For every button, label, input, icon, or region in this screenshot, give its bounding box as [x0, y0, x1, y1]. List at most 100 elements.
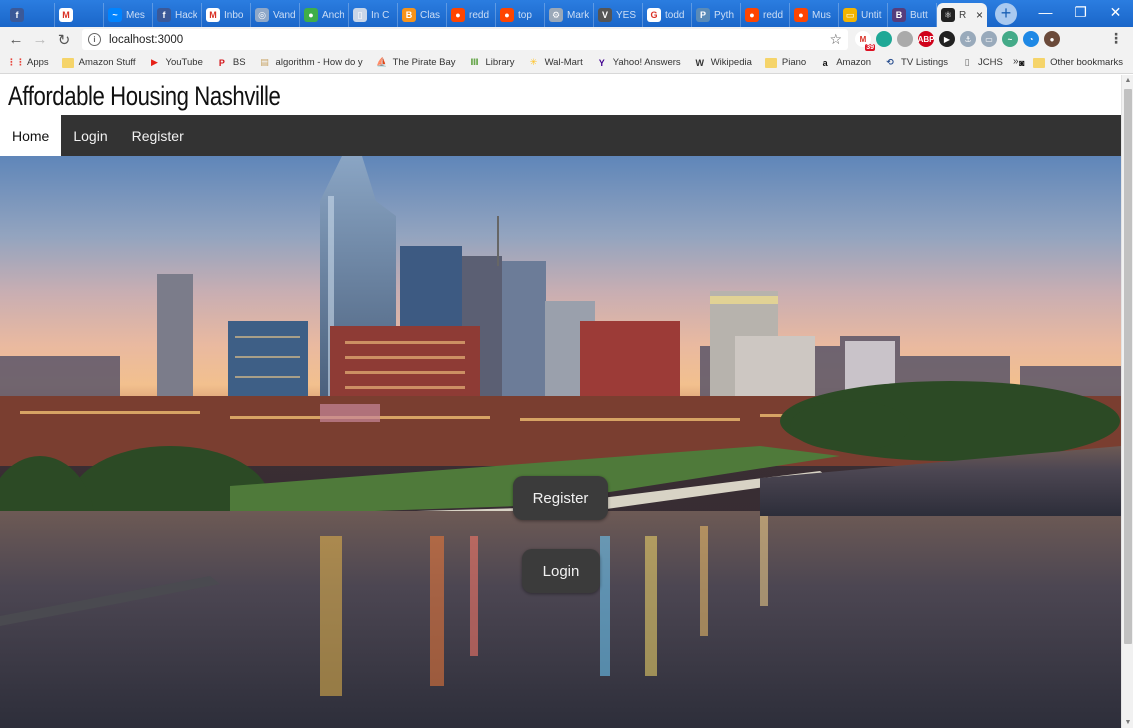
browser-tab[interactable]: f: [6, 3, 55, 27]
address-url[interactable]: localhost:3000: [109, 34, 183, 46]
reload-icon[interactable]: ↻: [52, 28, 76, 52]
bookmark-label: BS: [232, 57, 246, 68]
teal-circle-icon[interactable]: [876, 31, 892, 47]
browser-tab-strip: f M ~ Mes f Hack M Inbo ◎ Vand ● Anch ▯ In C B Clas ● red…: [0, 0, 1133, 27]
bookmark-item[interactable]: ▯ JCHS: [961, 57, 1003, 69]
browser-tab[interactable]: M Inbo: [202, 3, 251, 27]
document-icon: ▯: [353, 8, 367, 22]
play-circle-icon[interactable]: ▶: [939, 31, 955, 47]
new-tab-icon[interactable]: +: [995, 3, 1017, 25]
browser-tab[interactable]: V YES: [594, 3, 643, 27]
browser-tab-active[interactable]: ⚛ R ×: [937, 3, 987, 27]
scrollbar-thumb[interactable]: [1124, 89, 1132, 644]
bookmark-star-icon[interactable]: ☆: [829, 31, 842, 48]
google-icon: G: [647, 8, 661, 22]
browser-tab[interactable]: ● Mus: [790, 3, 839, 27]
extension-icons: M 39 ABP ▶ ⚓ ▭ ~ ◔ ●: [855, 31, 1060, 51]
hero-login-button[interactable]: Login: [522, 549, 600, 593]
gmail-icon: M: [206, 8, 220, 22]
bootstrap-icon: B: [892, 8, 906, 22]
bookmark-item[interactable]: ⛵ The Pirate Bay: [376, 57, 455, 69]
bookmark-item[interactable]: ⟲ TV Listings: [884, 57, 948, 69]
browser-tab[interactable]: B Clas: [398, 3, 447, 27]
bookmark-item[interactable]: W Wikipedia: [694, 57, 752, 69]
browser-tab[interactable]: ▭ Untit: [839, 3, 888, 27]
blue-refresh-icon[interactable]: ◔: [1023, 31, 1039, 47]
bookmarks-overflow-icon[interactable]: »: [1013, 56, 1019, 67]
gmail-checker-icon[interactable]: M 39: [855, 31, 875, 51]
bookmark-item[interactable]: ▤ algorithm - How do y: [259, 57, 363, 69]
page-viewport: Affordable Housing Nashville Home Login Re…: [0, 75, 1121, 728]
browser-tab-title: Inbo: [224, 9, 244, 21]
bookmark-label: JCHS: [978, 57, 1003, 68]
hero-register-button[interactable]: Register: [513, 476, 608, 520]
yahoo-icon: Y: [598, 57, 605, 68]
scroll-down-icon[interactable]: ▼: [1124, 719, 1132, 726]
browser-tab[interactable]: ◎ Vand: [251, 3, 300, 27]
browser-tab[interactable]: ⚙ Mark: [545, 3, 594, 27]
browser-tab-title: Clas: [420, 9, 441, 21]
browser-tab[interactable]: ● redd: [447, 3, 496, 27]
browser-tab[interactable]: ● top: [496, 3, 545, 27]
bookmark-item[interactable]: Piano: [764, 57, 806, 68]
browser-tab-title: YES: [616, 9, 637, 21]
nav-link-register[interactable]: Register: [120, 115, 196, 156]
restore-icon[interactable]: ❐: [1063, 0, 1098, 24]
browser-tab-title: Untit: [861, 9, 882, 21]
minimize-icon[interactable]: —: [1028, 0, 1063, 24]
browser-tab[interactable]: ● redd: [741, 3, 790, 27]
document-icon: ▯: [964, 57, 970, 67]
wikipedia-icon: W: [695, 57, 704, 68]
apps-grid-icon: ⋮⋮: [7, 57, 25, 67]
bookmark-item[interactable]: ▶ YouTube: [149, 57, 203, 69]
address-bar[interactable]: i localhost:3000 ☆: [82, 29, 848, 50]
browser-tab[interactable]: ~ Mes: [104, 3, 153, 27]
walmart-icon: ✳: [529, 57, 538, 67]
nav-link-home[interactable]: Home: [0, 115, 62, 156]
scroll-up-icon[interactable]: ▲: [1124, 77, 1132, 84]
bookmark-label: Wikipedia: [710, 57, 752, 68]
youtube-icon: ▶: [151, 57, 158, 67]
back-arrow-icon[interactable]: ←: [4, 28, 28, 52]
bookmarks-bar: ⋮⋮ Apps Amazon Stuff ▶ YouTube P BS ▤ algorithm …: [0, 52, 1133, 74]
browser-tab[interactable]: ▯ In C: [349, 3, 398, 27]
folder-icon: [764, 57, 777, 68]
browser-tab[interactable]: ● Anch: [300, 3, 349, 27]
browser-tab-title: Mes: [126, 9, 145, 21]
bookmark-item[interactable]: ✳ Wal-Mart: [528, 57, 583, 69]
bookmark-label: algorithm - How do y: [275, 57, 363, 68]
browser-tab[interactable]: Gtodd: [643, 3, 692, 27]
forward-arrow-icon[interactable]: →: [28, 28, 52, 52]
bookmark-item[interactable]: Y Yahoo! Answers: [596, 57, 681, 69]
bookmark-item[interactable]: P BS: [216, 57, 246, 69]
profile-avatar-icon[interactable]: ●: [1044, 31, 1060, 47]
wave-icon[interactable]: ~: [1002, 31, 1018, 47]
bookmark-item[interactable]: Amazon Stuff: [61, 57, 136, 68]
close-tab-icon[interactable]: ×: [976, 8, 983, 22]
gray-square-icon[interactable]: [897, 31, 913, 47]
site-info-icon[interactable]: i: [88, 33, 101, 46]
hero-skyline-image: Register Login: [0, 156, 1121, 728]
bookmark-label: Amazon Stuff: [78, 57, 136, 68]
globe-icon: ◎: [255, 8, 269, 22]
bookmark-label: Library: [485, 57, 515, 68]
facebook-icon: f: [157, 8, 171, 22]
page-scrollbar[interactable]: ▲ ▼: [1121, 75, 1133, 728]
browser-tab[interactable]: M: [55, 3, 104, 27]
browser-tab[interactable]: B Butt: [888, 3, 937, 27]
browser-tab[interactable]: P Pyth: [692, 3, 741, 27]
other-bookmarks[interactable]: Other bookmarks: [1033, 57, 1123, 68]
browser-tab-title: Mus: [812, 9, 831, 21]
nav-link-login[interactable]: Login: [61, 115, 119, 156]
anchor-icon[interactable]: ⚓: [960, 31, 976, 47]
chat-icon[interactable]: ▭: [981, 31, 997, 47]
browser-tab-title: top: [518, 9, 532, 21]
bookmark-item[interactable]: Ⅲ Library: [469, 57, 515, 69]
adblock-icon[interactable]: ABP: [918, 31, 934, 47]
bookmark-item[interactable]: ⋮⋮ Apps: [7, 57, 49, 69]
chrome-menu-icon[interactable]: ⋮: [1109, 30, 1123, 47]
browser-tab[interactable]: f Hack: [153, 3, 202, 27]
close-window-icon[interactable]: ✕: [1098, 0, 1133, 24]
bookmark-item[interactable]: a Amazon: [819, 57, 871, 69]
browser-tab-title: Butt: [910, 9, 928, 21]
